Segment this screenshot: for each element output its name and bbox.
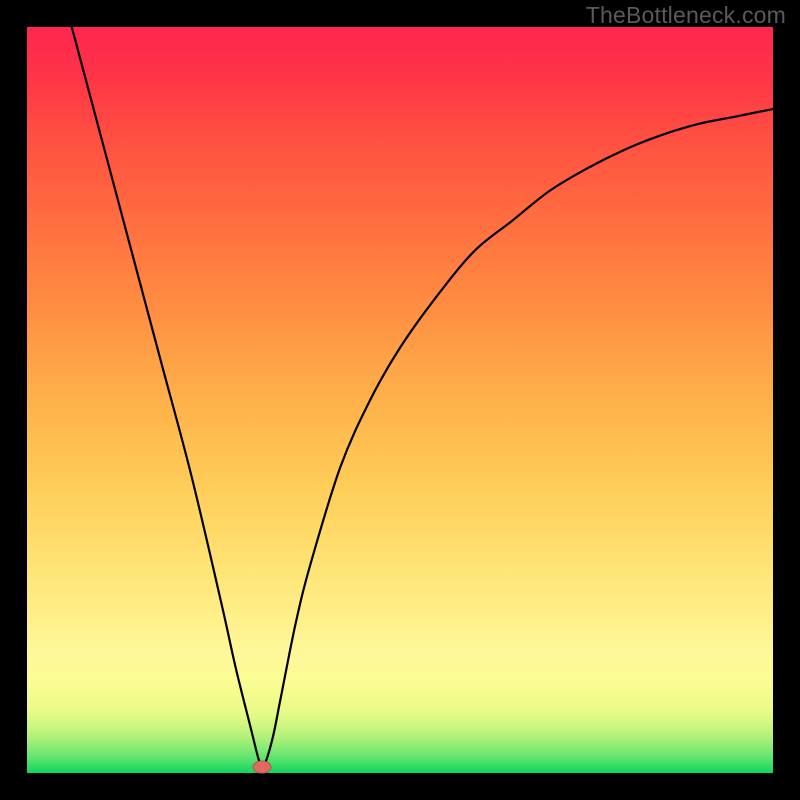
watermark-text: TheBottleneck.com: [586, 2, 786, 29]
optimum-marker: [253, 761, 271, 773]
bottleneck-curve: [72, 27, 773, 767]
chart-frame: TheBottleneck.com: [0, 0, 800, 800]
plot-area: [27, 27, 773, 773]
curve-svg: [27, 27, 773, 773]
